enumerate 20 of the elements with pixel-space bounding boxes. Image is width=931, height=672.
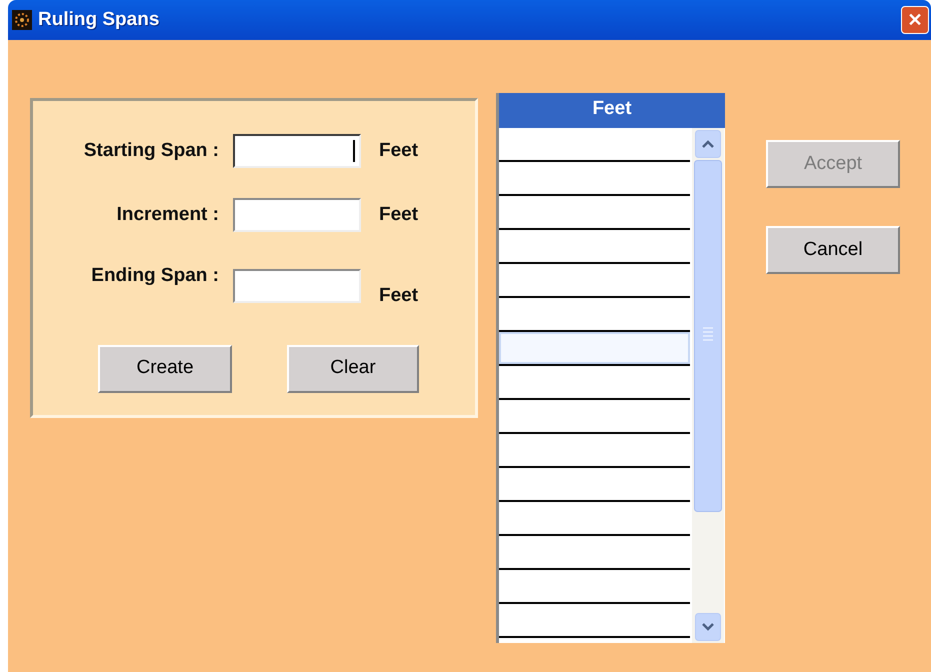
push-button[interactable]: Clear [287,344,419,392]
field-label: Increment : [116,202,219,227]
unit-label: Feet [379,284,418,308]
input-field[interactable] [233,269,361,304]
scroll-thumb[interactable] [694,160,722,512]
close-button[interactable]: ✕ [901,6,929,34]
unit-label: Feet [379,138,418,163]
field-label: Ending Span : [90,264,219,288]
push-button[interactable]: Create [98,344,232,392]
input-field[interactable] [233,198,361,232]
app-icon [12,10,32,30]
window-title: Ruling Spans [38,8,160,32]
scroll-down-icon[interactable] [695,613,721,641]
column-header: Feet [499,93,725,128]
push-button[interactable]: Cancel [766,226,900,274]
input-field[interactable] [233,134,361,168]
unit-label: Feet [379,202,418,227]
field-label: Starting Span : [82,138,219,163]
scroll-up-icon[interactable] [695,130,721,158]
grid-row[interactable] [499,332,690,366]
